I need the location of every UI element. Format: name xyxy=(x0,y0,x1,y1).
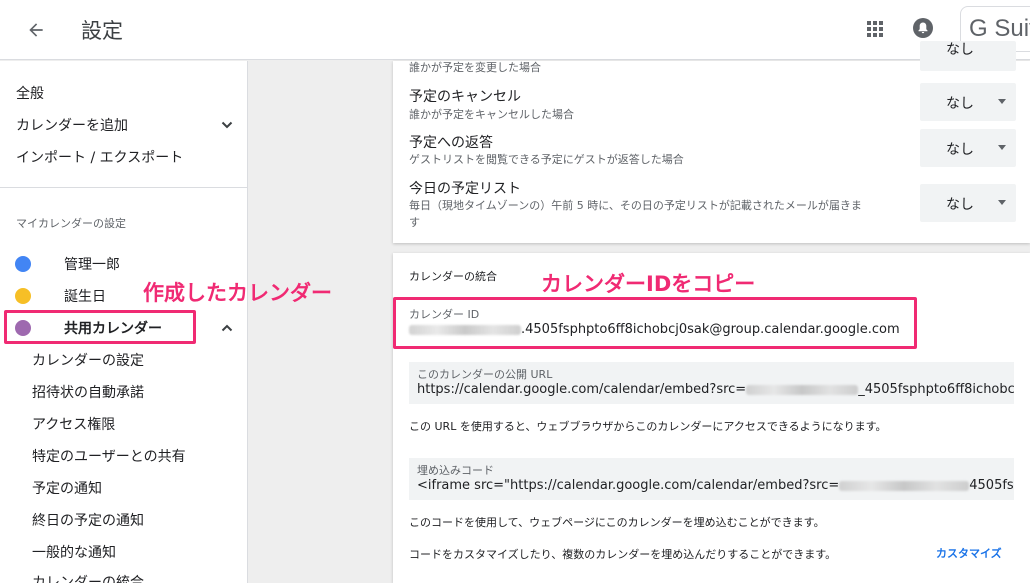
copy-id-annotation: カレンダーIDをコピー xyxy=(541,272,756,296)
content-gutter xyxy=(256,61,393,583)
arrow-back-icon xyxy=(29,23,43,37)
top-app-bar: 設定 G Suite xyxy=(0,0,1030,60)
sidebar-item-general[interactable]: 全般 xyxy=(16,83,44,103)
sidebar-sub-calendar-settings[interactable]: カレンダーの設定 xyxy=(32,350,144,370)
dropdown-arrow-icon xyxy=(998,145,1006,150)
back-button[interactable] xyxy=(22,16,50,44)
calendar-id-highlight xyxy=(393,297,917,349)
event-reply-title: 予定への返答 xyxy=(409,135,493,151)
select-value: なし xyxy=(946,197,974,213)
sidebar-sub-general-notifications[interactable]: 一般的な通知 xyxy=(32,542,116,562)
sidebar-sub-integrate-calendar[interactable]: カレンダーの統合 xyxy=(32,572,144,583)
calendar-color-dot xyxy=(15,256,31,272)
daily-agenda-select[interactable]: なし xyxy=(920,184,1016,222)
public-url-prefix: https://calendar.google.com/calendar/emb… xyxy=(417,382,747,397)
select-value: なし xyxy=(946,142,974,158)
created-calendar-annotation: 作成したカレンダー xyxy=(143,281,332,305)
integrate-calendar-heading: カレンダーの統合 xyxy=(409,270,497,283)
public-url-value: https://calendar.google.com/calendar/emb… xyxy=(417,382,1014,397)
chevron-down-icon[interactable] xyxy=(220,118,234,132)
dropdown-arrow-icon xyxy=(998,99,1006,104)
public-url-field[interactable]: このカレンダーの公開 URL https://calendar.google.c… xyxy=(409,362,1014,404)
daily-agenda-desc-line1: 毎日（現地タイムゾーンの）午前 5 時に、その日の予定リストが記載されたメールが… xyxy=(409,199,862,212)
event-reply-desc: ゲストリストを閲覧できる予定にゲストが返答した場合 xyxy=(409,153,684,166)
event-reply-select[interactable]: なし xyxy=(920,129,1016,167)
sidebar-divider xyxy=(0,187,248,188)
notification-settings-card: 誰かが予定を変更した場合 なし 予定のキャンセル 誰かが予定をキャンセルした場合… xyxy=(393,41,1030,243)
sidebar-sub-auto-accept[interactable]: 招待状の自動承諾 xyxy=(32,382,144,402)
select-value: なし xyxy=(946,96,974,112)
page-title: 設定 xyxy=(81,19,123,43)
public-url-label: このカレンダーの公開 URL xyxy=(417,368,553,381)
embed-code-field[interactable]: 埋め込みコード <iframe src="https://calendar.go… xyxy=(409,458,1014,500)
notifications-button[interactable] xyxy=(912,17,934,39)
select-value: なし xyxy=(946,42,974,58)
public-url-suffix: _4505fsphpto6ff8ichobcj xyxy=(858,382,1014,397)
change-event-select[interactable]: なし xyxy=(920,41,1016,71)
sidebar-item-add-calendar[interactable]: カレンダーを追加 xyxy=(16,115,128,135)
embed-code-value: <iframe src="https://calendar.google.com… xyxy=(417,478,1014,493)
sidebar-calendar-birthdays[interactable]: 誕生日 xyxy=(64,286,106,306)
embed-code-label: 埋め込みコード xyxy=(417,464,494,477)
redacted-text xyxy=(746,384,859,395)
cancel-event-select[interactable]: なし xyxy=(920,83,1016,121)
shared-calendar-highlight xyxy=(4,310,196,344)
embed-code-prefix: <iframe src="https://calendar.google.com… xyxy=(417,478,840,493)
change-event-desc: 誰かが予定を変更した場合 xyxy=(409,61,541,74)
apps-grid-icon xyxy=(867,21,883,37)
dropdown-arrow-icon xyxy=(998,200,1006,205)
sidebar-calendar-kanri[interactable]: 管理一郎 xyxy=(64,254,120,274)
sidebar-sub-allday-notifications[interactable]: 終日の予定の通知 xyxy=(32,510,144,530)
chevron-up-icon[interactable] xyxy=(220,321,234,335)
daily-agenda-title: 今日の予定リスト xyxy=(409,181,521,197)
daily-agenda-desc-line2: す xyxy=(409,216,420,229)
calendar-color-dot xyxy=(15,288,31,304)
my-calendars-heading: マイカレンダーの設定 xyxy=(16,217,126,230)
sidebar-sub-event-notifications[interactable]: 予定の通知 xyxy=(32,478,102,498)
sidebar-sub-access-permissions[interactable]: アクセス権限 xyxy=(32,414,115,434)
customize-help: コードをカスタマイズしたり、複数のカレンダーを埋め込んだりすることができます。 xyxy=(409,548,837,561)
embed-code-suffix: 4505fsphp xyxy=(969,478,1014,493)
redacted-text xyxy=(839,480,970,491)
account-notification-icon xyxy=(913,18,933,38)
public-url-help: この URL を使用すると、ウェブブラウザからこのカレンダーにアクセスできるよう… xyxy=(409,420,887,433)
cancel-event-desc: 誰かが予定をキャンセルした場合 xyxy=(409,108,574,121)
customize-link[interactable]: カスタマイズ xyxy=(936,545,1002,561)
embed-code-help: このコードを使用して、ウェブページにこのカレンダーを埋め込むことができます。 xyxy=(409,516,825,529)
sidebar-sub-share-with-people[interactable]: 特定のユーザーとの共有 xyxy=(32,446,186,466)
cancel-event-title: 予定のキャンセル xyxy=(409,89,521,105)
sidebar-item-import-export[interactable]: インポート / エクスポート xyxy=(16,147,183,167)
apps-button[interactable] xyxy=(864,18,886,40)
